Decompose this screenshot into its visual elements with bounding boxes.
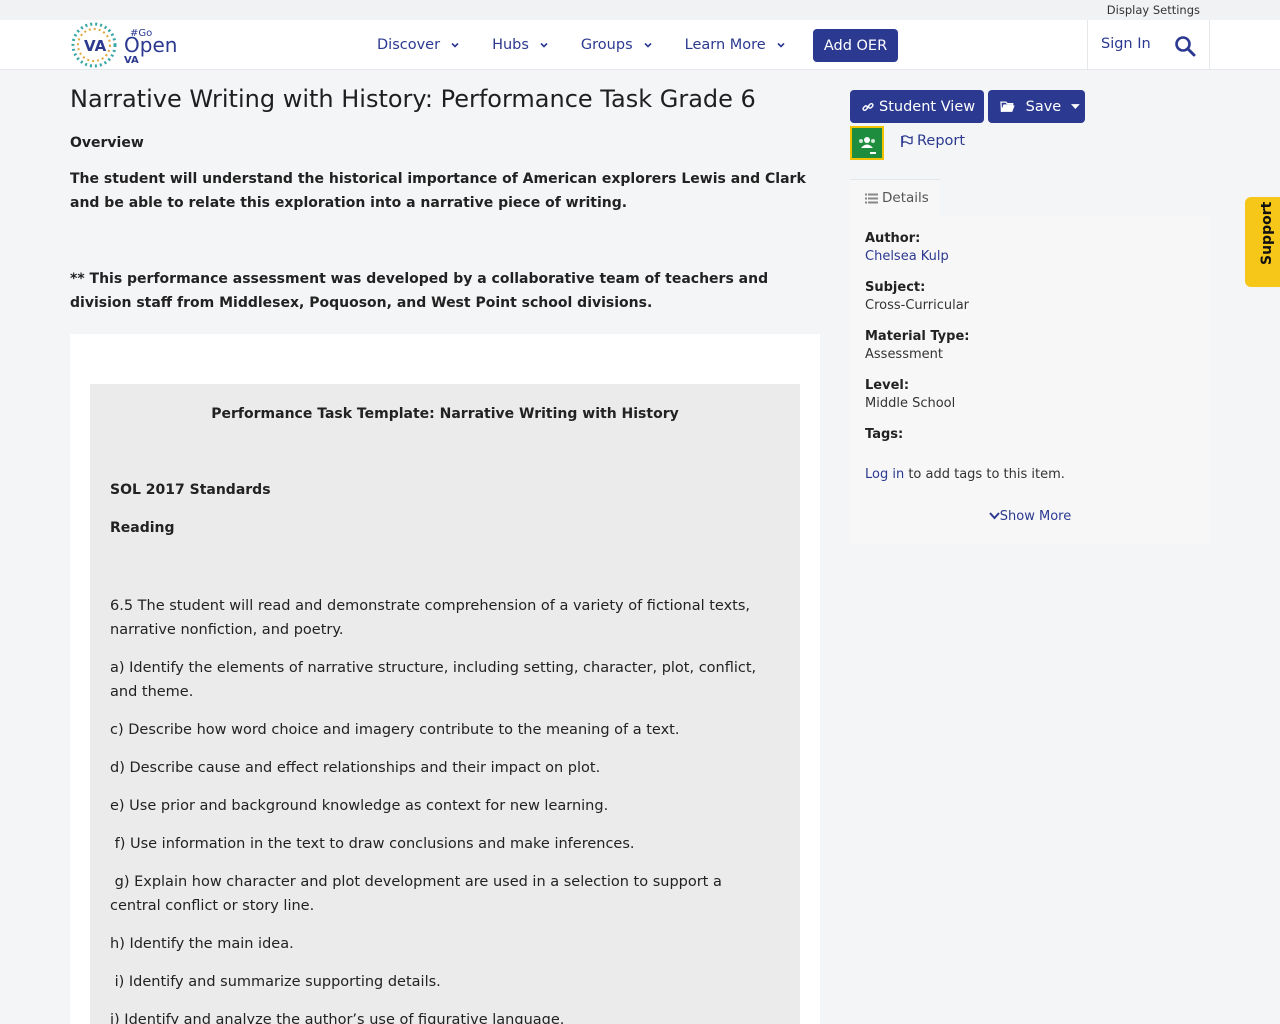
report-label: Report <box>917 133 966 149</box>
standard-line: i) Identify and summarize supporting det… <box>110 974 441 990</box>
logo-va2-text: VA <box>124 55 139 66</box>
standard-line: f) Use information in the text to draw c… <box>110 836 635 852</box>
standard-line: j) Identify and analyze the author’s use… <box>110 1012 565 1024</box>
standard-line: 6.5 The student will read and demonstrat… <box>110 598 750 638</box>
logo-open-text: Open <box>124 33 177 57</box>
standard-line: h) Identify the main idea. <box>110 936 294 952</box>
flag-icon <box>901 134 913 147</box>
add-oer-button[interactable]: Add OER <box>813 29 898 62</box>
standard-line: a) Identify the elements of narrative st… <box>110 660 757 700</box>
nav-item-learn-more[interactable]: Learn More <box>685 37 786 53</box>
collaboration-note: ** This performance assessment was devel… <box>70 271 769 311</box>
support-label: Support <box>1259 201 1275 265</box>
subject-value: Cross-Curricular <box>865 298 970 313</box>
subject-label: Subject: <box>865 280 926 295</box>
tab-details[interactable]: Details <box>850 179 940 216</box>
student-view-label: Student View <box>879 98 976 115</box>
sol-standards-heading: SOL 2017 Standards <box>110 482 271 498</box>
support-tab[interactable]: Support <box>1245 197 1280 287</box>
chevron-down-icon <box>989 512 1000 520</box>
tags-login-text: to add tags to this item. <box>904 467 1065 482</box>
student-view-button[interactable]: Student View <box>850 90 984 123</box>
nav-account-area: Sign In <box>1087 20 1210 70</box>
performance-task-template: Performance Task Template: Narrative Wri… <box>90 384 800 1024</box>
nav-item-label: Hubs <box>492 37 529 53</box>
goopen-va-logo[interactable]: VA #Go Open VA <box>70 20 180 70</box>
main-navigation: VA #Go Open VA Discover Hubs Groups Lear… <box>0 20 1280 70</box>
nav-item-hubs[interactable]: Hubs <box>492 37 549 53</box>
nav-item-groups[interactable]: Groups <box>581 37 653 53</box>
show-more-label: Show More <box>999 509 1072 524</box>
level-label: Level: <box>865 378 910 393</box>
log-in-link[interactable]: Log in <box>865 467 904 482</box>
list-icon <box>865 193 878 203</box>
display-settings-link[interactable]: Display Settings <box>1107 3 1200 17</box>
save-label: Save <box>1025 98 1062 115</box>
nav-item-label: Groups <box>580 37 633 53</box>
author-link[interactable]: Chelsea Kulp <box>865 249 949 264</box>
template-title: Performance Task Template: Narrative Wri… <box>211 406 679 422</box>
folder-open-icon <box>1000 100 1015 112</box>
material-type-value: Assessment <box>865 347 943 362</box>
caret-down-icon <box>1071 103 1080 109</box>
standard-line: d) Describe cause and effect relationshi… <box>110 760 601 776</box>
chevron-down-icon <box>644 42 652 48</box>
link-icon <box>862 102 874 111</box>
report-link[interactable]: Report <box>900 133 965 149</box>
chevron-down-icon <box>777 42 785 48</box>
overview-heading: Overview <box>70 135 144 151</box>
logo-va-text: VA <box>84 37 107 55</box>
page-title: Narrative Writing with History: Performa… <box>70 85 756 113</box>
reading-heading: Reading <box>110 520 175 536</box>
tags-login-prompt: Log in to add tags to this item. <box>865 467 1065 482</box>
top-utility-bar: Display Settings <box>0 0 1280 20</box>
standard-line: c) Describe how word choice and imagery … <box>110 722 680 738</box>
google-classroom-share-button[interactable] <box>850 126 884 160</box>
sign-in-link[interactable]: Sign In <box>1101 36 1151 52</box>
overview-text: The student will understand the historic… <box>70 171 806 211</box>
nav-item-label: Learn More <box>684 37 766 53</box>
nav-item-discover[interactable]: Discover <box>377 37 460 53</box>
details-panel: Author: Chelsea Kulp Subject: Cross-Curr… <box>850 216 1210 544</box>
nav-menu: Discover Hubs Groups Learn More <box>377 20 818 70</box>
google-classroom-icon <box>859 137 876 154</box>
show-more-link[interactable]: Show More <box>850 509 1210 524</box>
tags-label: Tags: <box>865 427 904 442</box>
chevron-down-icon <box>540 42 548 48</box>
standard-line: e) Use prior and background knowledge as… <box>110 798 609 814</box>
nav-item-label: Discover <box>377 37 441 53</box>
resource-content-card: Performance Task Template: Narrative Wri… <box>70 334 820 1024</box>
level-value: Middle School <box>865 396 956 411</box>
standard-line: g) Explain how character and plot develo… <box>110 874 727 914</box>
material-type-label: Material Type: <box>865 329 970 344</box>
author-label: Author: <box>865 231 921 246</box>
chevron-down-icon <box>451 42 459 48</box>
search-icon[interactable] <box>1174 35 1196 57</box>
tab-details-label: Details <box>882 190 929 206</box>
save-button[interactable]: Save <box>988 90 1085 123</box>
